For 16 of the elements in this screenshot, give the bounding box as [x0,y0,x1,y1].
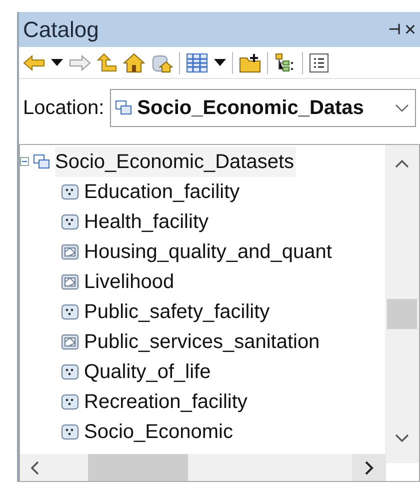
tree-item[interactable]: Quality_of_life [84,356,211,387]
location-label: Location: [23,96,104,122]
pin-button[interactable]: ⊣ [386,19,402,40]
tree-item[interactable]: Education_facility [84,176,240,207]
location-value: Socio_Economic_Datas [137,96,365,122]
tree-item[interactable]: Housing_quality_and_quant [84,236,332,267]
location-dropdown[interactable]: Socio_Economic_Datas [110,89,416,128]
tree-item[interactable]: Public_safety_facility [84,296,270,327]
tree-item[interactable]: Recreation_facility [84,386,248,417]
tree-item[interactable]: Livelihood [84,266,174,297]
tree-item[interactable]: Socio_Economic_Datasets [55,146,296,177]
window-title: Catalog [23,16,100,44]
tree-item[interactable]: Health_facility [84,206,209,237]
tree-item[interactable]: Public_services_sanitation [84,326,320,357]
tree-item[interactable]: Socio_Economic [84,416,233,447]
close-button[interactable]: × [402,20,418,40]
